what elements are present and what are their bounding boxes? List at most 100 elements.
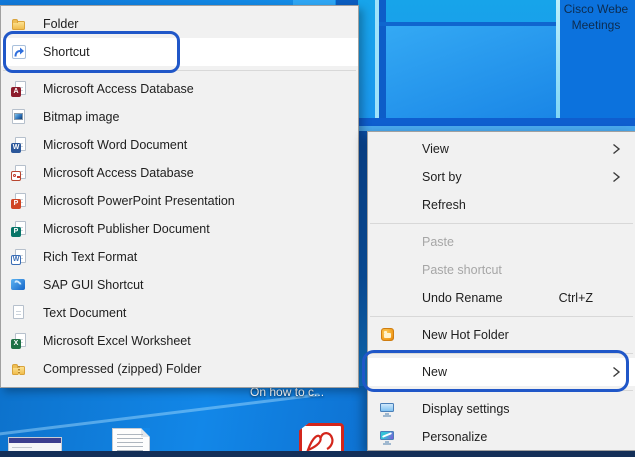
- menu-separator: [370, 390, 633, 391]
- doc-line: [117, 442, 143, 443]
- icon-gutter: [380, 169, 396, 185]
- doc-line: [117, 438, 143, 439]
- icon-gutter: A: [11, 81, 27, 97]
- personalize-icon: [380, 429, 396, 445]
- access-icon: A: [11, 81, 27, 97]
- menu-item-label: Microsoft Publisher Document: [43, 222, 210, 236]
- icon-gutter: [380, 429, 396, 445]
- submenu-item-shortcut[interactable]: Shortcut: [1, 38, 358, 66]
- submenu-item-compressed-zipped-folder[interactable]: Compressed (zipped) Folder: [1, 355, 358, 383]
- menu-item-label: View: [422, 142, 449, 156]
- chevron-right-icon: [609, 170, 623, 184]
- context-item-display-settings[interactable]: Display settings: [368, 395, 635, 423]
- menu-item-label: Personalize: [422, 430, 487, 444]
- icon-gutter: W: [11, 249, 27, 265]
- submenu-item-rich-text-format[interactable]: W Rich Text Format: [1, 243, 358, 271]
- menu-item-label: Microsoft Word Document: [43, 138, 187, 152]
- word-icon: W: [11, 137, 27, 153]
- submenu-item-microsoft-publisher-document[interactable]: P Microsoft Publisher Document: [1, 215, 358, 243]
- wallpaper-horizontal-band: [358, 118, 635, 126]
- icon-gutter: P: [11, 221, 27, 237]
- icon-gutter: [11, 16, 27, 32]
- desktop-icon-label-line1: Cisco Webe: [556, 1, 635, 17]
- textdoc-icon: [11, 305, 27, 321]
- icon-gutter: [380, 364, 396, 380]
- menu-item-label: SAP GUI Shortcut: [43, 278, 144, 292]
- context-item-paste[interactable]: Paste: [368, 228, 635, 256]
- context-item-undo-rename[interactable]: Undo RenameCtrl+Z: [368, 284, 635, 312]
- context-item-personalize[interactable]: Personalize: [368, 423, 635, 451]
- menu-item-label: Paste: [422, 235, 454, 249]
- submenu-item-microsoft-powerpoint-presentation[interactable]: P Microsoft PowerPoint Presentation: [1, 187, 358, 215]
- desktop-icon-label-cisco-webex-meetings[interactable]: Cisco Webe Meetings: [556, 1, 635, 33]
- icon-gutter: [11, 277, 27, 293]
- icon-gutter: [380, 290, 396, 306]
- submenu-item-text-document[interactable]: Text Document: [1, 299, 358, 327]
- menu-item-label: Rich Text Format: [43, 250, 137, 264]
- badge-letter: P: [11, 199, 21, 209]
- context-item-paste-shortcut[interactable]: Paste shortcut: [368, 256, 635, 284]
- access-key-icon: [11, 165, 27, 181]
- new-submenu: Folder Shortcut A Microsoft Access Database…: [0, 5, 359, 388]
- menu-item-label: Sort by: [422, 170, 462, 184]
- context-item-refresh[interactable]: Refresh: [368, 191, 635, 219]
- icon-gutter: [380, 197, 396, 213]
- badge-letter: A: [11, 87, 21, 97]
- icon-gutter: [380, 141, 396, 157]
- badge-letter: X: [11, 339, 21, 349]
- icon-gutter: [11, 305, 27, 321]
- menu-item-label: Folder: [43, 17, 78, 31]
- icon-gutter: [11, 165, 27, 181]
- context-item-new[interactable]: New: [368, 358, 635, 386]
- shortcut-icon: [11, 44, 27, 60]
- menu-item-label: Undo Rename: [422, 291, 503, 305]
- context-item-new-hot-folder[interactable]: New Hot Folder: [368, 321, 635, 349]
- desktop-context-menu: View Sort by Refresh Paste Paste shortcut Und…: [367, 131, 635, 451]
- icon-gutter: [380, 327, 396, 343]
- icon-gutter: [380, 234, 396, 250]
- submenu-item-microsoft-access-database[interactable]: A Microsoft Access Database: [1, 75, 358, 103]
- desktop-icon-label-line2: Meetings: [556, 17, 635, 33]
- zip-icon: [11, 361, 27, 377]
- menu-item-label: Refresh: [422, 198, 466, 212]
- menu-item-label: New: [422, 365, 447, 379]
- publisher-icon: P: [11, 221, 27, 237]
- menu-separator: [370, 316, 633, 317]
- taskbar-edge[interactable]: [0, 451, 635, 457]
- sap-icon: [11, 277, 27, 293]
- icon-gutter: X: [11, 333, 27, 349]
- badge-letter: P: [11, 227, 21, 237]
- doc-line: [117, 434, 143, 435]
- menu-separator: [370, 353, 633, 354]
- context-item-view[interactable]: View: [368, 135, 635, 163]
- window-titlebar: [9, 438, 61, 443]
- powerpoint-icon: P: [11, 193, 27, 209]
- page-fold: [141, 428, 150, 437]
- menu-item-label: Microsoft Access Database: [43, 82, 194, 96]
- menu-item-label: Microsoft Access Database: [43, 166, 194, 180]
- display-icon: [380, 401, 396, 417]
- doc-line: [117, 446, 143, 447]
- wallpaper-pane: [386, 26, 556, 119]
- submenu-item-sap-gui-shortcut[interactable]: SAP GUI Shortcut: [1, 271, 358, 299]
- menu-item-label: Paste shortcut: [422, 263, 502, 277]
- hot-folder-icon: [380, 327, 396, 343]
- icon-gutter: [380, 262, 396, 278]
- submenu-item-folder[interactable]: Folder: [1, 10, 358, 38]
- excel-icon: X: [11, 333, 27, 349]
- submenu-item-bitmap-image[interactable]: Bitmap image: [1, 103, 358, 131]
- icon-gutter: [380, 401, 396, 417]
- menu-item-label: Shortcut: [43, 45, 90, 59]
- submenu-item-microsoft-access-database[interactable]: Microsoft Access Database: [1, 159, 358, 187]
- menu-item-label: New Hot Folder: [422, 328, 509, 342]
- chevron-right-icon: [609, 142, 623, 156]
- submenu-item-microsoft-excel-worksheet[interactable]: XMicrosoft Excel Worksheet: [1, 327, 358, 355]
- rtf-icon: W: [11, 249, 27, 265]
- submenu-item-microsoft-word-document[interactable]: W Microsoft Word Document: [1, 131, 358, 159]
- badge-letter: W: [11, 255, 21, 265]
- context-item-sort-by[interactable]: Sort by: [368, 163, 635, 191]
- chevron-right-icon: [609, 365, 623, 379]
- icon-gutter: P: [11, 193, 27, 209]
- wallpaper-light-streak: [0, 393, 319, 437]
- menu-item-label: Microsoft PowerPoint Presentation: [43, 194, 235, 208]
